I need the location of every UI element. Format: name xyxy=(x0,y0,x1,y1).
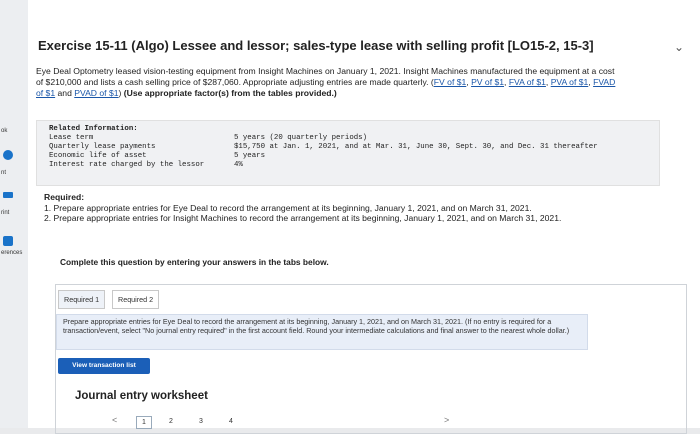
page-3[interactable]: 3 xyxy=(194,416,208,427)
link-pva[interactable]: PVA of $1 xyxy=(551,77,589,87)
worksheet-pager: < 1 2 3 4 > xyxy=(84,415,694,429)
info-label-lease-term: Lease term xyxy=(49,134,94,142)
required-section: Required: 1. Prepare appropriate entries… xyxy=(44,192,604,224)
link-pvad[interactable]: PVAD of $1 xyxy=(74,88,118,98)
chevron-down-icon[interactable]: ⌄ xyxy=(674,40,684,54)
info-value-economic-life: 5 years xyxy=(234,152,266,160)
sidebar-item-label: ok xyxy=(1,128,8,134)
tab-required-2[interactable]: Required 2 xyxy=(112,290,160,309)
related-info-heading: Related Information: xyxy=(49,125,138,133)
next-arrow-icon[interactable]: > xyxy=(444,415,449,425)
required-heading: Required: xyxy=(44,192,85,202)
help-icon xyxy=(3,150,13,160)
required-item-1: 1. Prepare appropriate entries for Eye D… xyxy=(44,202,532,213)
info-value-quarterly-payments: $15,750 at Jan. 1, 2021, and at Mar. 31,… xyxy=(234,143,598,151)
page-1[interactable]: 1 xyxy=(136,416,152,429)
view-transaction-list-button[interactable]: View transaction list xyxy=(58,358,150,374)
info-label-interest-rate: Interest rate charged by the lessor xyxy=(49,161,205,169)
journal-entry-worksheet-title: Journal entry worksheet xyxy=(75,390,208,402)
exercise-description: Eye Deal Optometry leased vision-testing… xyxy=(36,66,616,98)
page-4[interactable]: 4 xyxy=(224,416,238,427)
description-bold: (Use appropriate factor(s) from the tabl… xyxy=(123,88,337,98)
sidebar-item-label: rint xyxy=(1,210,10,216)
prev-arrow-icon[interactable]: < xyxy=(112,415,117,425)
left-sidebar: ok nt rint erences xyxy=(0,0,28,428)
sidebar-item-label: nt xyxy=(1,170,7,176)
page-2[interactable]: 2 xyxy=(164,416,178,427)
info-value-lease-term: 5 years (20 quarterly periods) xyxy=(234,134,368,142)
print-icon xyxy=(3,192,13,198)
required-item-2: 2. Prepare appropriate entries for Insig… xyxy=(44,213,562,223)
exercise-title: Exercise 15-11 (Algo) Lessee and lessor;… xyxy=(38,38,594,53)
references-icon xyxy=(3,236,13,246)
instructions-box: Prepare appropriate entries for Eye Deal… xyxy=(56,314,588,350)
link-fva[interactable]: FVA of $1 xyxy=(509,77,546,87)
link-fv[interactable]: FV of $1 xyxy=(434,77,466,87)
link-pv[interactable]: PV of $1 xyxy=(471,77,504,87)
sidebar-item-label: erences xyxy=(1,250,23,256)
instructions-text: Prepare appropriate entries for Eye Deal… xyxy=(63,317,570,335)
info-label-quarterly-payments: Quarterly lease payments xyxy=(49,143,156,151)
tab-required-1[interactable]: Required 1 xyxy=(58,290,106,309)
related-information-box: Related Information: Lease term 5 years … xyxy=(36,120,660,186)
question-card: Exercise 15-11 (Algo) Lessee and lessor;… xyxy=(28,0,700,434)
info-label-economic-life: Economic life of asset xyxy=(49,152,147,160)
complete-instruction: Complete this question by entering your … xyxy=(60,257,329,267)
info-value-interest-rate: 4% xyxy=(234,161,243,169)
